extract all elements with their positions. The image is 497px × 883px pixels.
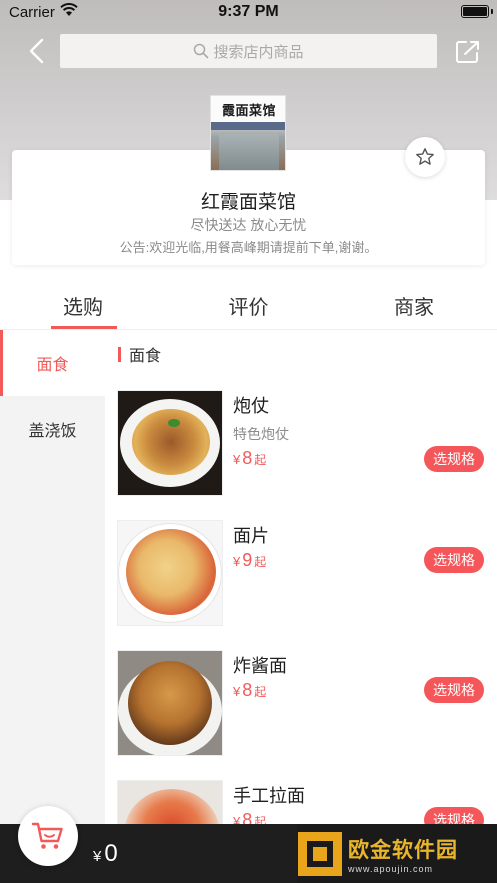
shop-name: 红霞面菜馆 [200, 192, 296, 213]
cart-icon [31, 822, 63, 849]
section-header: 面食 [118, 343, 161, 365]
price-value: 8 [242, 680, 253, 700]
cart-button[interactable] [18, 806, 78, 866]
product-item[interactable]: 炮仗 特色炮仗 ¥ 8 起 选规格 [105, 390, 497, 520]
product-name: 手工拉面 [233, 786, 305, 806]
section-title: 面食 [129, 348, 162, 365]
section-marker [118, 346, 121, 362]
search-input[interactable]: 搜索店内商品 [60, 34, 437, 68]
cart-total-value: 0 [104, 840, 118, 867]
shop-logo-door [219, 134, 279, 170]
status-bar: Carrier 9:37 PM [0, 0, 497, 26]
back-icon[interactable] [22, 36, 52, 66]
product-price: ¥ 9 起 [233, 550, 266, 571]
battery-icon [461, 5, 493, 18]
select-spec-button[interactable]: 选规格 [424, 446, 484, 472]
watermark: 欧金软件园 www.apoujin.com [298, 829, 493, 879]
product-name: 炮仗 [233, 396, 269, 416]
price-unit: 起 [254, 453, 267, 467]
category-rice-bowl[interactable]: 盖浇饭 [0, 396, 105, 462]
shop-logo-text: 霞面菜馆 [221, 102, 276, 118]
price-currency: ¥ [233, 554, 241, 569]
product-item[interactable]: 面片 ¥ 9 起 选规格 [105, 520, 497, 650]
cart-currency: ¥ [93, 848, 102, 865]
category-noodles[interactable]: 面食 [0, 330, 105, 396]
product-image [117, 520, 223, 626]
product-image [117, 390, 223, 496]
share-icon[interactable] [454, 38, 482, 66]
price-currency: ¥ [233, 684, 241, 699]
shop-logo-sign: 霞面菜馆 [211, 96, 285, 122]
select-spec-button[interactable]: 选规格 [424, 547, 484, 573]
active-category-indicator [0, 330, 3, 396]
search-icon [194, 43, 209, 59]
product-price: ¥ 8 起 [233, 680, 266, 701]
price-unit: 起 [254, 555, 267, 569]
product-description: 特色炮仗 [233, 426, 289, 442]
shop-tagline: 尽快送达 放心无忧 [190, 217, 307, 233]
category-menu: 面食 盖浇饭 [0, 330, 105, 883]
product-image [117, 650, 223, 756]
price-value: 8 [242, 448, 253, 468]
select-spec-button[interactable]: 选规格 [424, 677, 484, 703]
search-placeholder: 搜索店内商品 [213, 43, 304, 61]
active-tab-indicator [51, 326, 117, 329]
tab-shopping[interactable]: 选购 [0, 280, 166, 330]
tab-merchant[interactable]: 商家 [331, 280, 497, 330]
shop-notice: 公告:欢迎光临,用餐高峰期请提前下单,谢谢。 [119, 240, 378, 255]
star-icon [416, 148, 434, 165]
product-name: 炸酱面 [233, 656, 287, 676]
watermark-sub: www.apoujin.com [348, 864, 434, 874]
product-name: 面片 [233, 526, 269, 546]
watermark-main: 欧金软件园 [348, 839, 458, 862]
price-currency: ¥ [233, 452, 241, 467]
status-time: 9:37 PM [218, 3, 279, 20]
tab-bar: 选购 评价 商家 [0, 280, 497, 330]
product-price: ¥ 8 起 [233, 448, 266, 469]
price-unit: 起 [254, 685, 267, 699]
tab-reviews[interactable]: 评价 [166, 280, 331, 330]
watermark-logo [298, 832, 342, 876]
shop-logo-strip [211, 122, 285, 130]
shop-logo: 霞面菜馆 [210, 95, 286, 171]
price-value: 9 [242, 550, 253, 570]
favorite-button[interactable] [405, 137, 445, 177]
cart-total: ¥ 0 [93, 840, 118, 868]
product-item[interactable]: 炸酱面 ¥ 8 起 选规格 [105, 650, 497, 780]
watermark-text: 欧金软件园 www.apoujin.com [348, 834, 458, 874]
